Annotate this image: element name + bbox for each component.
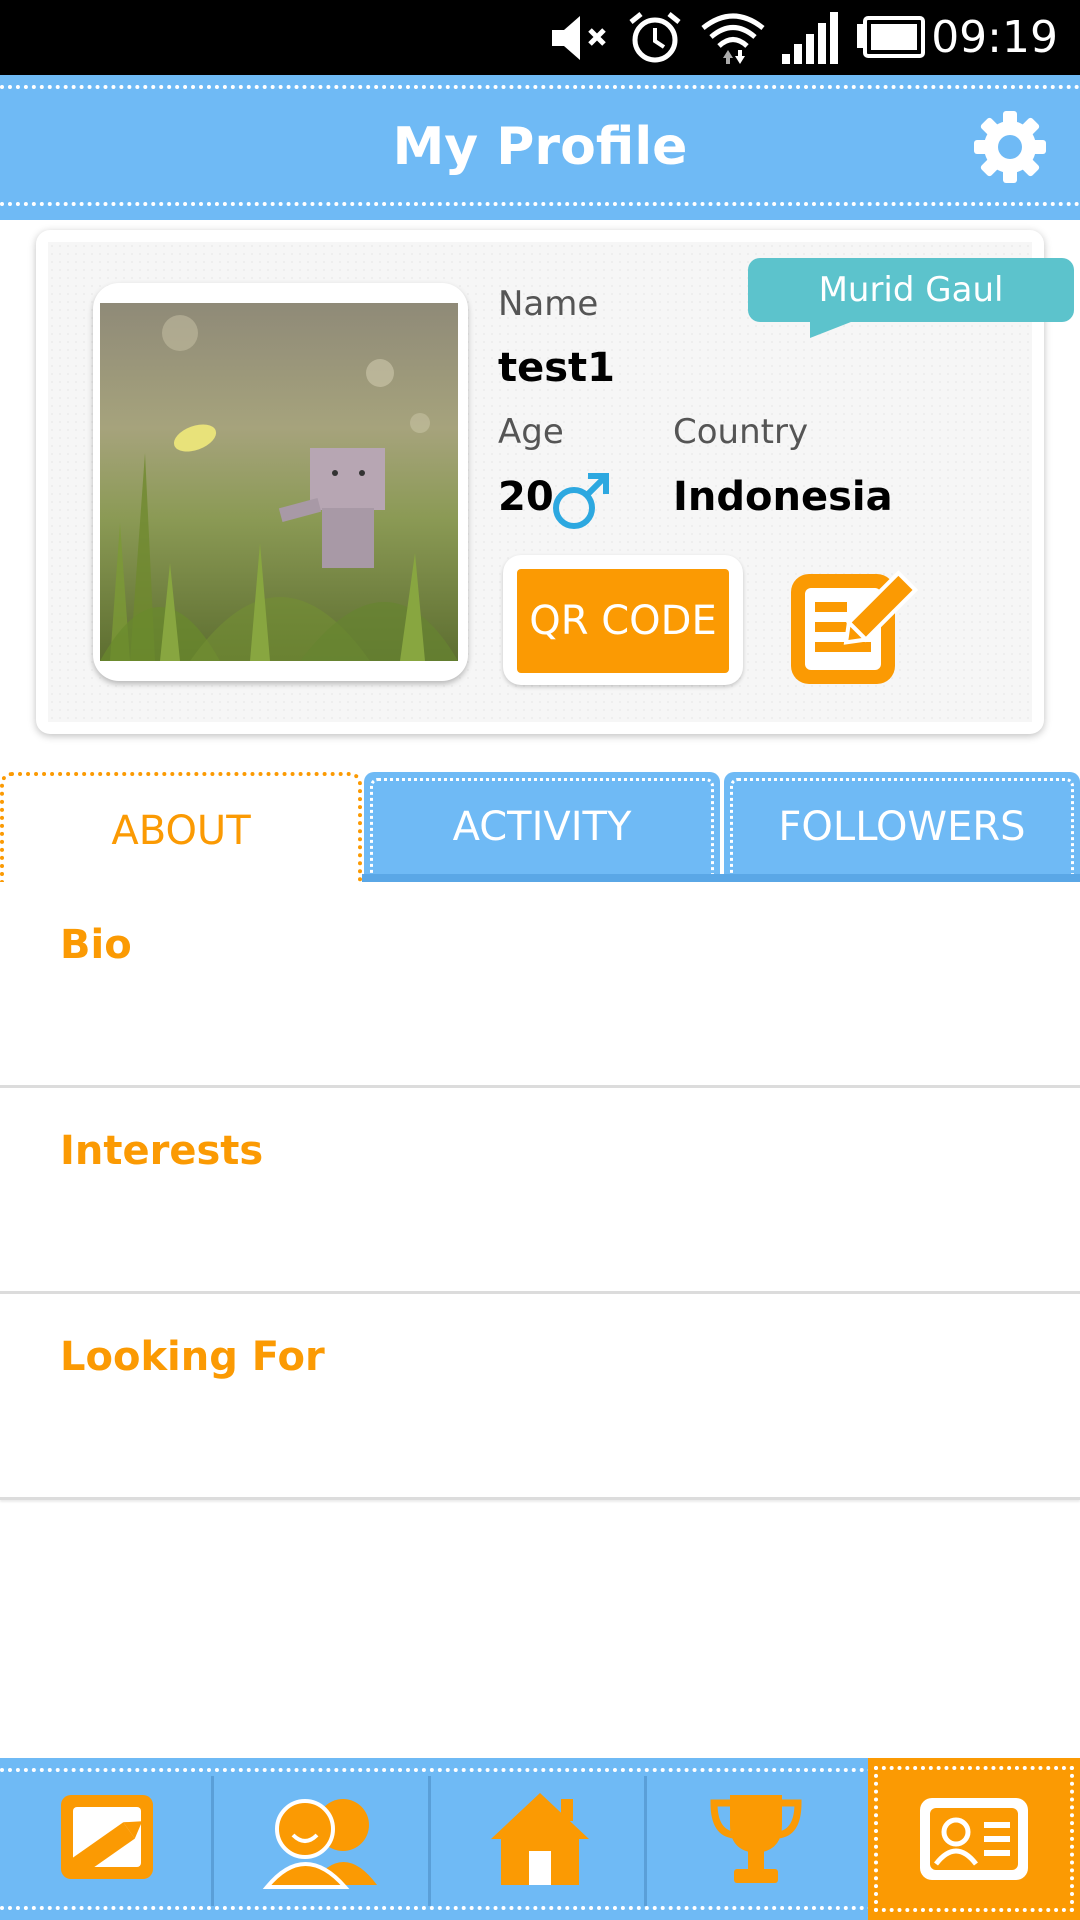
section-interests: Interests <box>0 1088 1080 1294</box>
friends-icon <box>262 1799 377 1889</box>
nav-item-notes[interactable] <box>0 1758 216 1920</box>
name-label: Name <box>498 284 599 324</box>
tab-followers-label: FOLLOWERS <box>778 804 1026 850</box>
tabs-underline <box>362 874 1080 882</box>
nav-item-friends[interactable] <box>216 1758 432 1920</box>
home-icon <box>491 1793 589 1885</box>
tab-followers[interactable]: FOLLOWERS <box>724 772 1080 882</box>
nav-item-home[interactable] <box>432 1758 648 1920</box>
section-looking-for: Looking For <box>0 1294 1080 1500</box>
nav-item-trophy[interactable] <box>648 1758 864 1920</box>
rank-badge-tail <box>810 320 856 338</box>
section-bio: Bio <box>0 882 1080 1088</box>
avatar[interactable] <box>100 303 458 661</box>
rank-badge: Murid Gaul <box>748 258 1074 322</box>
top-app-bar: My Profile <box>0 75 1080 220</box>
header-dotted-border-top <box>0 85 1080 89</box>
battery-icon <box>857 16 925 58</box>
section-title: Interests <box>60 1128 264 1174</box>
male-symbol-icon <box>553 473 609 529</box>
qr-code-button[interactable]: QR CODE <box>517 569 729 673</box>
trophy-icon <box>710 1795 802 1883</box>
profile-card-icon <box>920 1798 1028 1880</box>
header-dotted-border-bottom <box>0 202 1080 206</box>
country-value: Indonesia <box>673 474 893 520</box>
clock: 09:19 <box>931 12 1058 63</box>
edit-profile-icon[interactable] <box>785 552 925 692</box>
nav-divider <box>644 1776 647 1906</box>
name-value: test1 <box>498 345 616 391</box>
alarm-icon <box>629 12 681 63</box>
tab-about[interactable]: ABOUT <box>0 772 362 882</box>
tab-activity-label: ACTIVITY <box>452 804 632 850</box>
wifi-icon <box>701 13 765 64</box>
age-label: Age <box>498 412 564 452</box>
country-label: Country <box>673 412 809 452</box>
mute-icon <box>552 16 606 60</box>
nav-item-profile[interactable] <box>868 1758 1080 1920</box>
nav-divider <box>428 1776 431 1906</box>
note-pencil-icon <box>61 1795 153 1879</box>
bottom-navigation <box>0 1758 1080 1920</box>
page-title: My Profile <box>392 117 688 177</box>
status-bar: 09:19 <box>0 0 1080 75</box>
signal-icon <box>782 12 838 64</box>
nav-divider <box>211 1776 214 1906</box>
gear-icon[interactable] <box>970 107 1050 187</box>
section-title: Bio <box>60 922 132 968</box>
section-title: Looking For <box>60 1334 325 1380</box>
age-value: 20 <box>498 474 554 520</box>
app-screen: 09:19 My Profile Name test1 Age 20 Count… <box>0 0 1080 1920</box>
tab-activity[interactable]: ACTIVITY <box>364 772 720 882</box>
